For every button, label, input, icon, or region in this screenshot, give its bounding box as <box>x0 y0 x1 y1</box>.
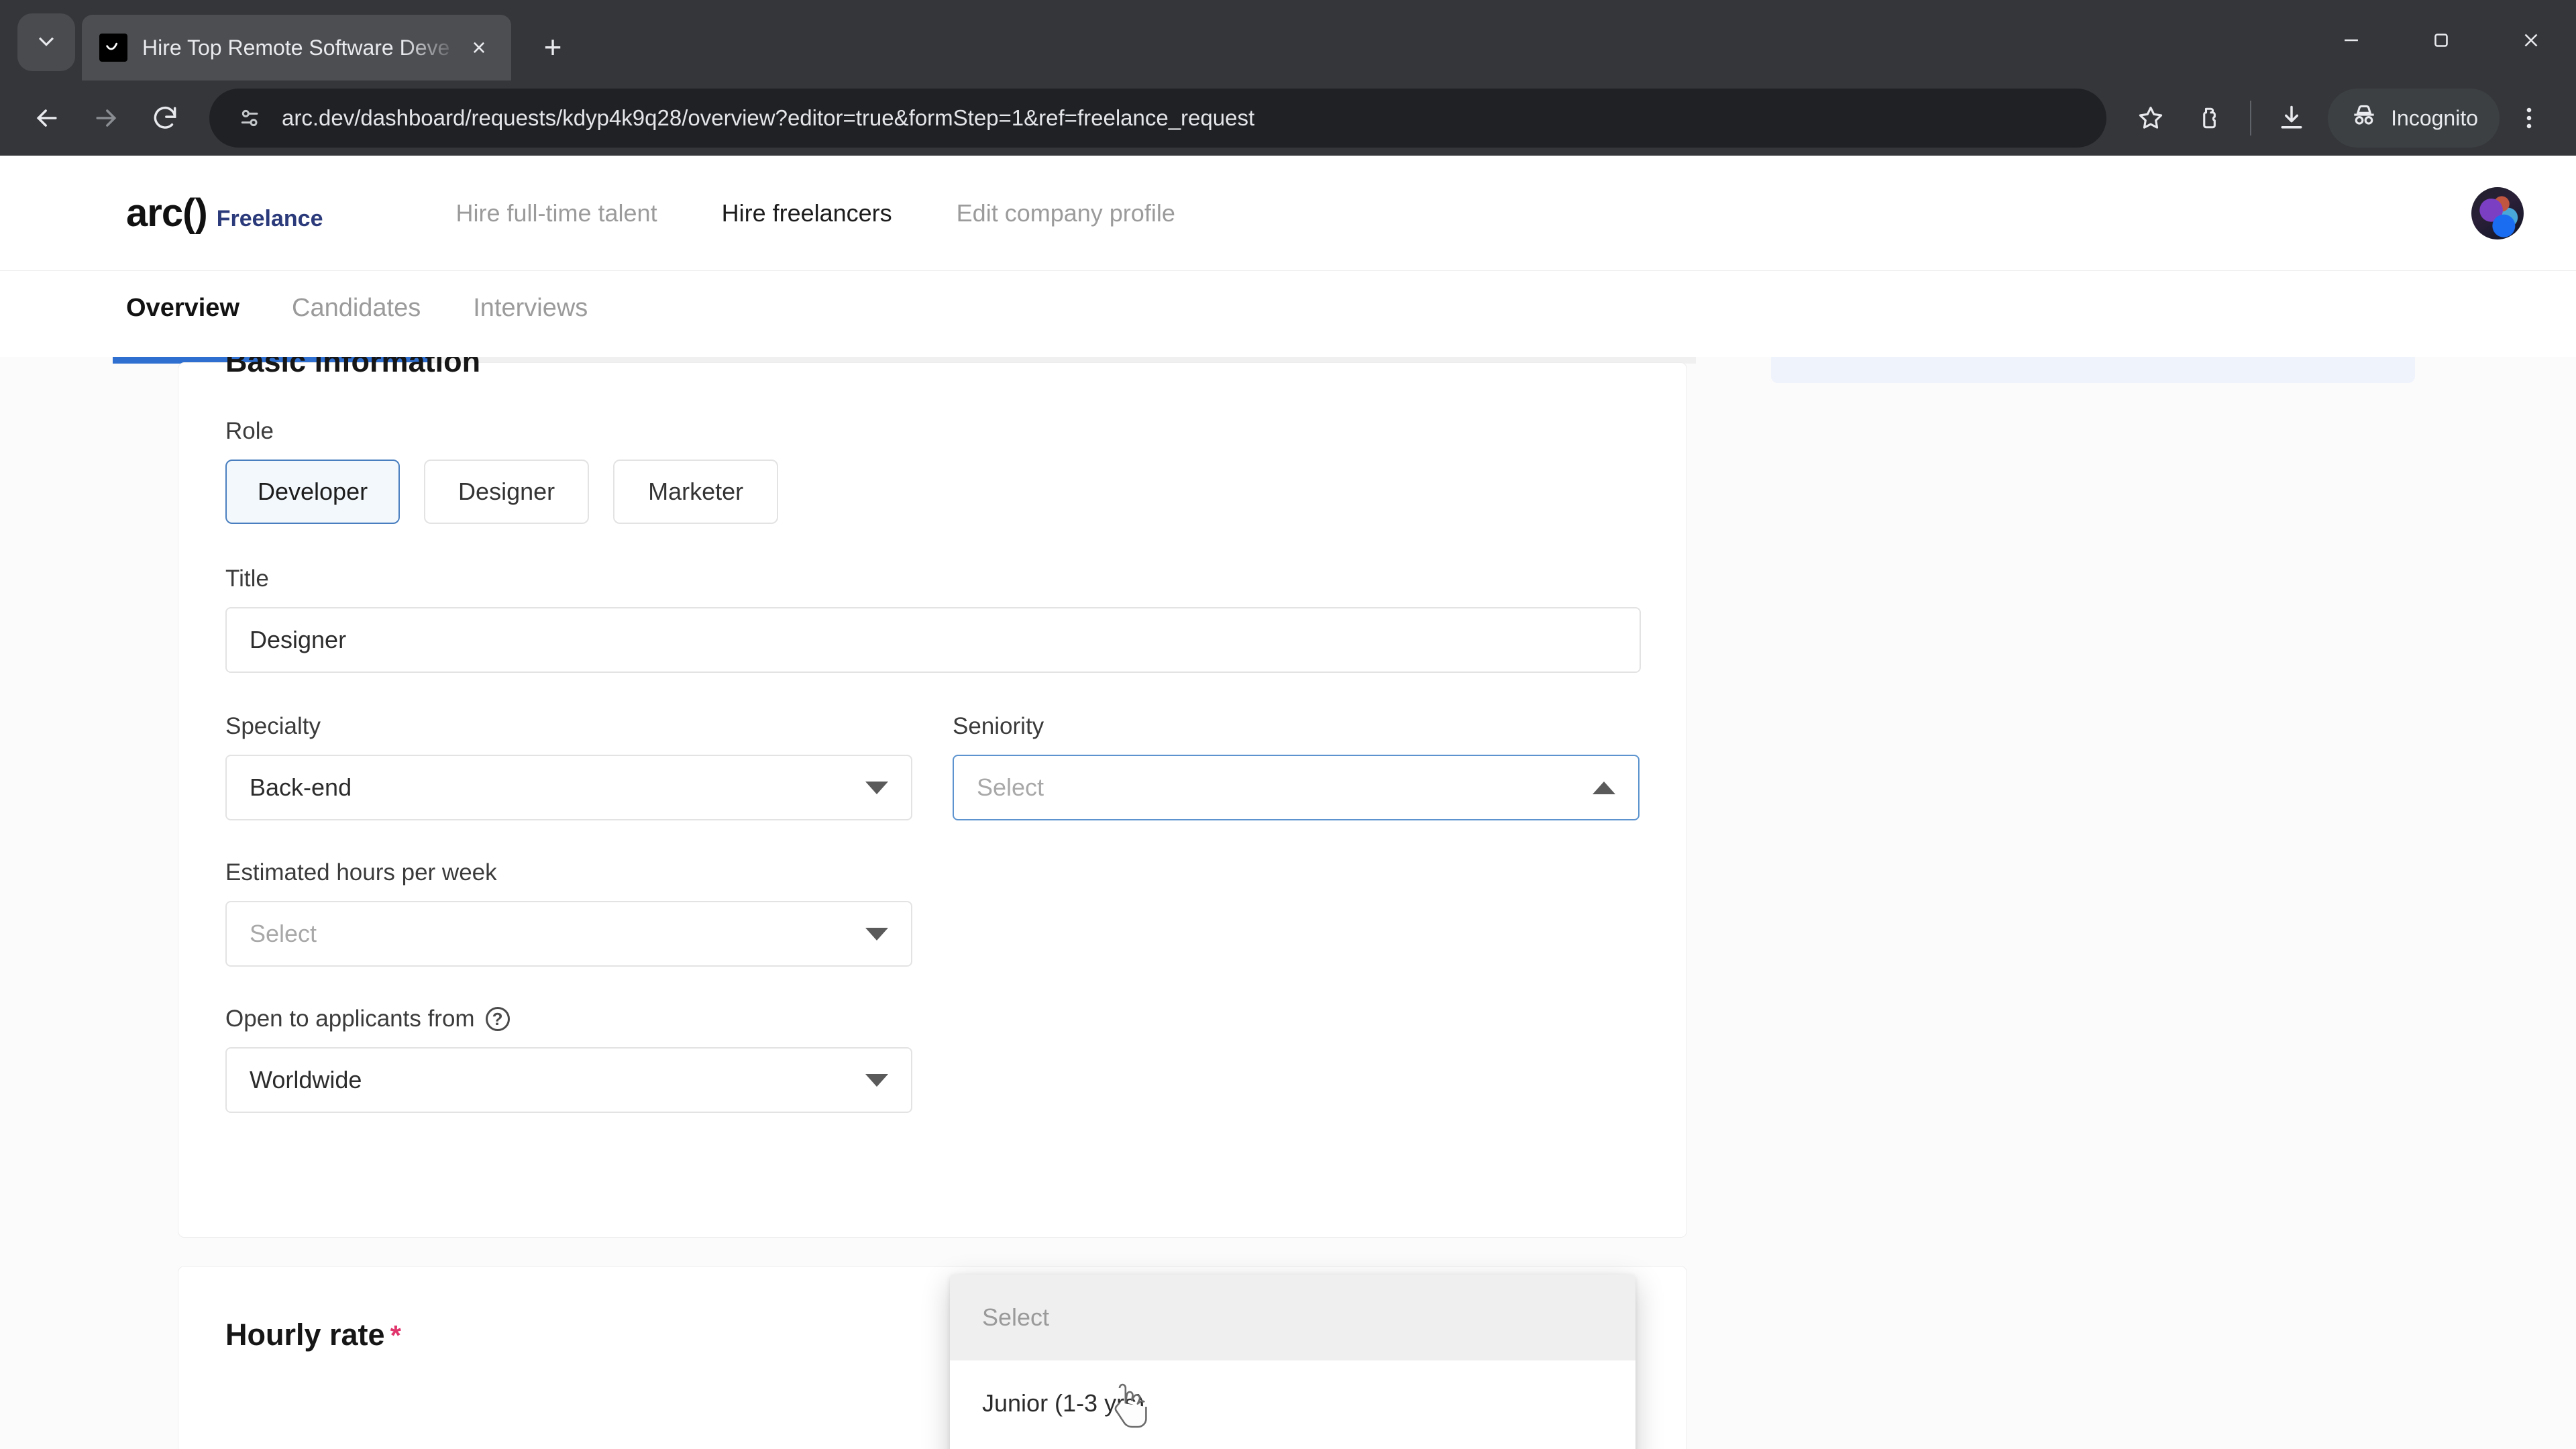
hours-select[interactable]: Select <box>225 901 912 967</box>
site-settings-icon[interactable] <box>232 100 268 136</box>
applicants-row: Open to applicants from ? Worldwide <box>225 1006 1640 1113</box>
hourly-rate-label: Hourly rate <box>225 1318 385 1352</box>
incognito-label: Incognito <box>2391 105 2478 130</box>
main-nav: Hire full-time talent Hire freelancers E… <box>423 199 1207 227</box>
seniority-dropdown-menu: Select Junior (1-3 yrs) Mid-level (3-5 y… <box>950 1275 1635 1449</box>
applicants-label-text: Open to applicants from <box>225 1006 475 1032</box>
incognito-indicator[interactable]: Incognito <box>2328 89 2500 148</box>
seniority-option-junior[interactable]: Junior (1-3 yrs) <box>950 1360 1635 1446</box>
tip-card: based on these requirements, so try to b… <box>1771 357 2415 384</box>
new-tab-button[interactable]: + <box>527 21 578 72</box>
basic-information-card: Basic information Role Developer Designe… <box>178 357 1687 1238</box>
role-option-group: Developer Designer Marketer <box>225 460 1640 524</box>
hours-row-filler <box>953 859 1640 1006</box>
chevron-down-icon <box>35 30 58 56</box>
chevron-down-icon <box>865 781 888 794</box>
arc-logo[interactable]: arc() Freelance <box>126 191 323 235</box>
hours-label: Estimated hours per week <box>225 859 497 885</box>
browser-toolbar: arc.dev/dashboard/requests/kdyp4k9q28/ov… <box>0 80 2576 156</box>
three-dot-menu-icon[interactable] <box>2500 89 2559 148</box>
tab-strip: Hire Top Remote Software Deve × + <box>0 0 2576 80</box>
minimize-icon[interactable] <box>2306 0 2396 80</box>
incognito-hat-icon <box>2349 101 2391 136</box>
specialty-select[interactable]: Back-end <box>225 755 912 820</box>
arc-logo-icon <box>99 34 127 62</box>
tab-candidates[interactable]: Candidates <box>292 294 421 323</box>
seniority-option-mid-level[interactable]: Mid-level (3-5 yrs) <box>950 1446 1635 1449</box>
hours-placeholder: Select <box>250 920 317 947</box>
title-label: Title <box>225 566 269 592</box>
browser-tab[interactable]: Hire Top Remote Software Deve × <box>82 15 511 80</box>
tab-overview[interactable]: Overview <box>126 294 239 323</box>
tip-card-text: based on these requirements, so try to b… <box>1799 357 2309 360</box>
logo-subtitle: Freelance <box>216 206 323 231</box>
window-controls <box>2306 0 2576 80</box>
required-marker: * <box>390 1320 401 1351</box>
question-mark-icon[interactable]: ? <box>485 1007 510 1031</box>
browser-window: Hire Top Remote Software Deve × + arc.de… <box>0 0 2576 1449</box>
hours-row: Estimated hours per week Select <box>225 859 1640 1006</box>
chevron-down-icon <box>865 1073 888 1087</box>
maximize-icon[interactable] <box>2396 0 2486 80</box>
specialty-seniority-row: Specialty Back-end Seniority Select <box>225 713 1640 820</box>
role-option-developer[interactable]: Developer <box>225 460 400 524</box>
seniority-label: Seniority <box>953 713 1044 739</box>
seniority-select[interactable]: Select <box>953 755 1640 820</box>
close-icon[interactable]: × <box>460 29 498 66</box>
role-option-marketer[interactable]: Marketer <box>613 460 779 524</box>
chevron-down-icon <box>865 927 888 941</box>
avatar[interactable] <box>2471 186 2524 239</box>
applicants-row-filler <box>953 1006 1640 1113</box>
tab-search-button[interactable] <box>17 13 75 71</box>
back-arrow-icon[interactable] <box>17 89 76 148</box>
tab-title: Hire Top Remote Software Deve <box>142 35 450 60</box>
specialty-field: Specialty Back-end <box>225 713 912 820</box>
page-content: Basic information Role Developer Designe… <box>0 357 2576 1449</box>
specialty-value: Back-end <box>250 773 352 801</box>
title-input[interactable]: Designer <box>225 607 1641 673</box>
download-icon[interactable] <box>2262 89 2321 148</box>
nav-item-hire-freelancers[interactable]: Hire freelancers <box>690 199 924 227</box>
page-tabs: Overview Candidates Interviews <box>0 271 2576 357</box>
applicants-label: Open to applicants from ? <box>225 1006 912 1032</box>
section-title-basic-information: Basic information <box>225 357 481 378</box>
forward-arrow-icon[interactable] <box>76 89 136 148</box>
specialty-label: Specialty <box>225 713 321 739</box>
toolbar-divider <box>2250 101 2252 136</box>
role-label: Role <box>225 418 274 444</box>
star-icon[interactable] <box>2121 89 2180 148</box>
seniority-field: Seniority Select <box>953 713 1640 820</box>
seniority-option-select[interactable]: Select <box>950 1275 1635 1360</box>
nav-item-hire-fulltime[interactable]: Hire full-time talent <box>423 199 689 227</box>
url-text: arc.dev/dashboard/requests/kdyp4k9q28/ov… <box>282 105 1255 130</box>
logo-mark: arc() <box>126 191 208 235</box>
reload-icon[interactable] <box>136 89 195 148</box>
tab-interviews[interactable]: Interviews <box>473 294 588 323</box>
hours-field: Estimated hours per week Select <box>225 859 912 967</box>
close-icon[interactable] <box>2486 0 2576 80</box>
role-option-designer[interactable]: Designer <box>424 460 590 524</box>
applicants-field: Open to applicants from ? Worldwide <box>225 1006 912 1113</box>
site-header: arc() Freelance Hire full-time talent Hi… <box>0 156 2576 271</box>
address-bar[interactable]: arc.dev/dashboard/requests/kdyp4k9q28/ov… <box>209 89 2107 148</box>
seniority-placeholder: Select <box>977 773 1044 801</box>
applicants-value: Worldwide <box>250 1066 362 1093</box>
applicants-select[interactable]: Worldwide <box>225 1047 912 1113</box>
chevron-up-icon <box>1593 781 1615 794</box>
nav-item-edit-company-profile[interactable]: Edit company profile <box>924 199 1208 227</box>
page-viewport: arc() Freelance Hire full-time talent Hi… <box>0 156 2576 1449</box>
puzzle-piece-icon[interactable] <box>2180 89 2239 148</box>
